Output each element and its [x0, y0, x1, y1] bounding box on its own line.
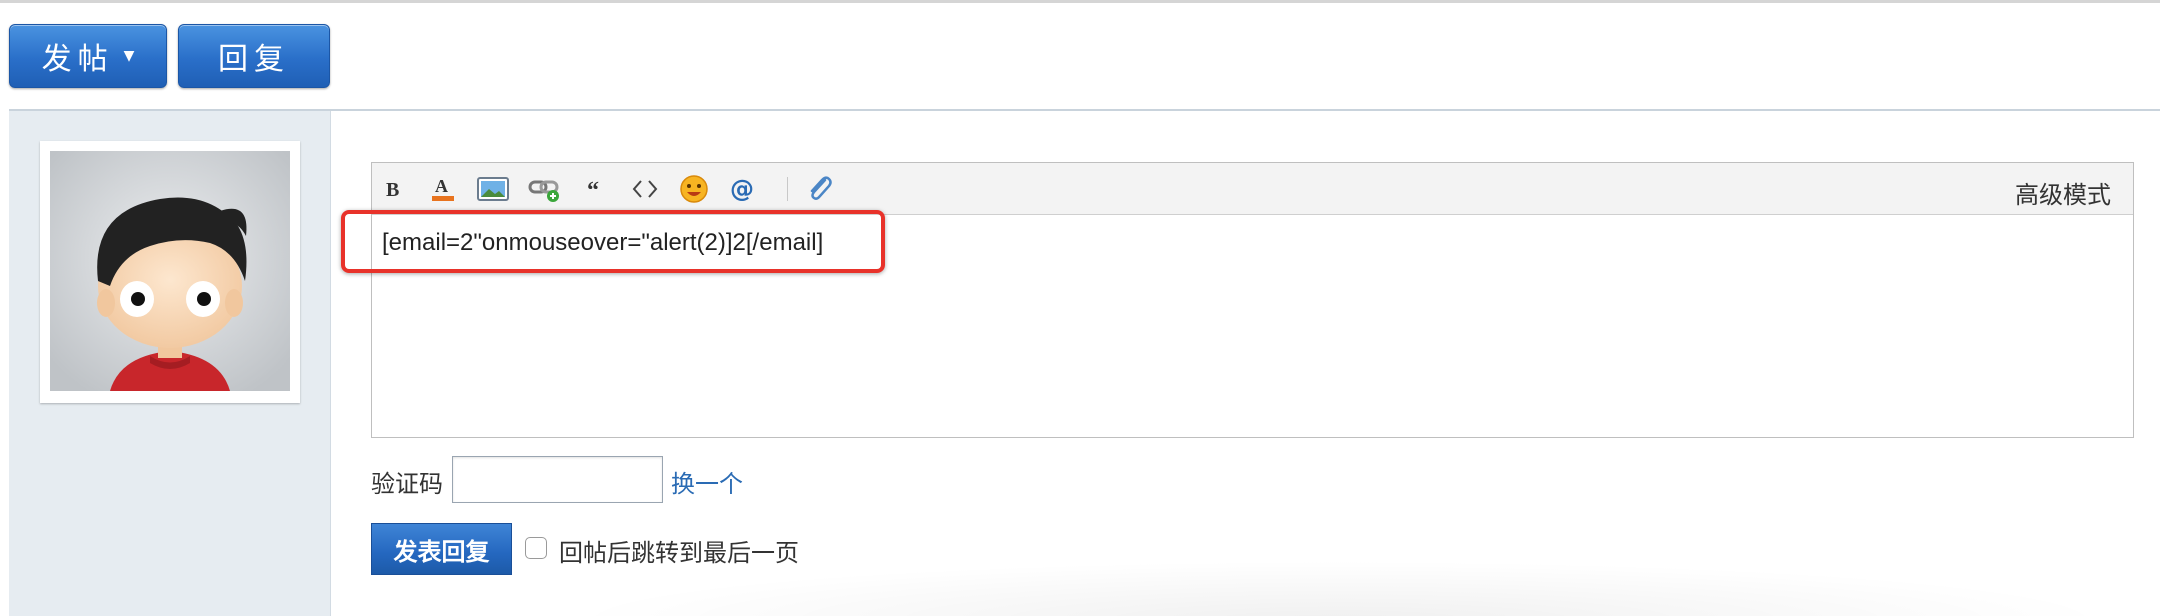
annotation-highlight-box: [341, 210, 885, 273]
captcha-input[interactable]: [452, 456, 663, 503]
bold-icon[interactable]: B: [382, 173, 406, 205]
post-button[interactable]: 发帖 ▼: [9, 24, 167, 88]
top-divider: [0, 0, 2160, 3]
at-mention-icon[interactable]: @: [728, 173, 758, 205]
smiley-icon[interactable]: [678, 173, 710, 205]
link-icon[interactable]: [528, 173, 562, 205]
toolbar-separator: [787, 177, 788, 201]
reply-button[interactable]: 回复: [178, 24, 330, 88]
svg-text:@: @: [730, 175, 754, 203]
chevron-down-icon: ▼: [123, 48, 135, 64]
svg-text:“: “: [587, 178, 599, 200]
svg-text:B: B: [386, 179, 399, 200]
attachment-icon[interactable]: [804, 173, 834, 205]
captcha-label: 验证码: [371, 470, 443, 498]
reply-button-label: 回复: [218, 42, 290, 77]
captcha-refresh-link[interactable]: 换一个: [671, 464, 743, 499]
editor-toolbar: B A “ @ 高级模式: [372, 163, 2133, 215]
jump-to-last-page-checkbox[interactable]: [525, 537, 547, 559]
submit-reply-button[interactable]: 发表回复: [371, 523, 512, 575]
reply-editor[interactable]: B A “ @ 高级模式 [email=2"onmouseover="alert…: [371, 162, 2134, 438]
font-color-icon[interactable]: A: [428, 173, 458, 205]
avatar[interactable]: [40, 141, 300, 403]
jump-to-last-page-label: 回帖后跳转到最后一页: [559, 539, 799, 567]
avatar-image: [50, 151, 290, 391]
post-button-label: 发帖: [41, 42, 114, 77]
svg-text:A: A: [435, 176, 448, 196]
quote-icon[interactable]: “: [584, 173, 608, 205]
code-icon[interactable]: [630, 173, 660, 205]
advanced-mode-link[interactable]: 高级模式: [2015, 175, 2111, 210]
reply-page: 发帖 ▼ 回复 B A “ @ 高级模式 [email=2"onmouseove…: [0, 0, 2160, 616]
image-icon[interactable]: [476, 173, 510, 205]
